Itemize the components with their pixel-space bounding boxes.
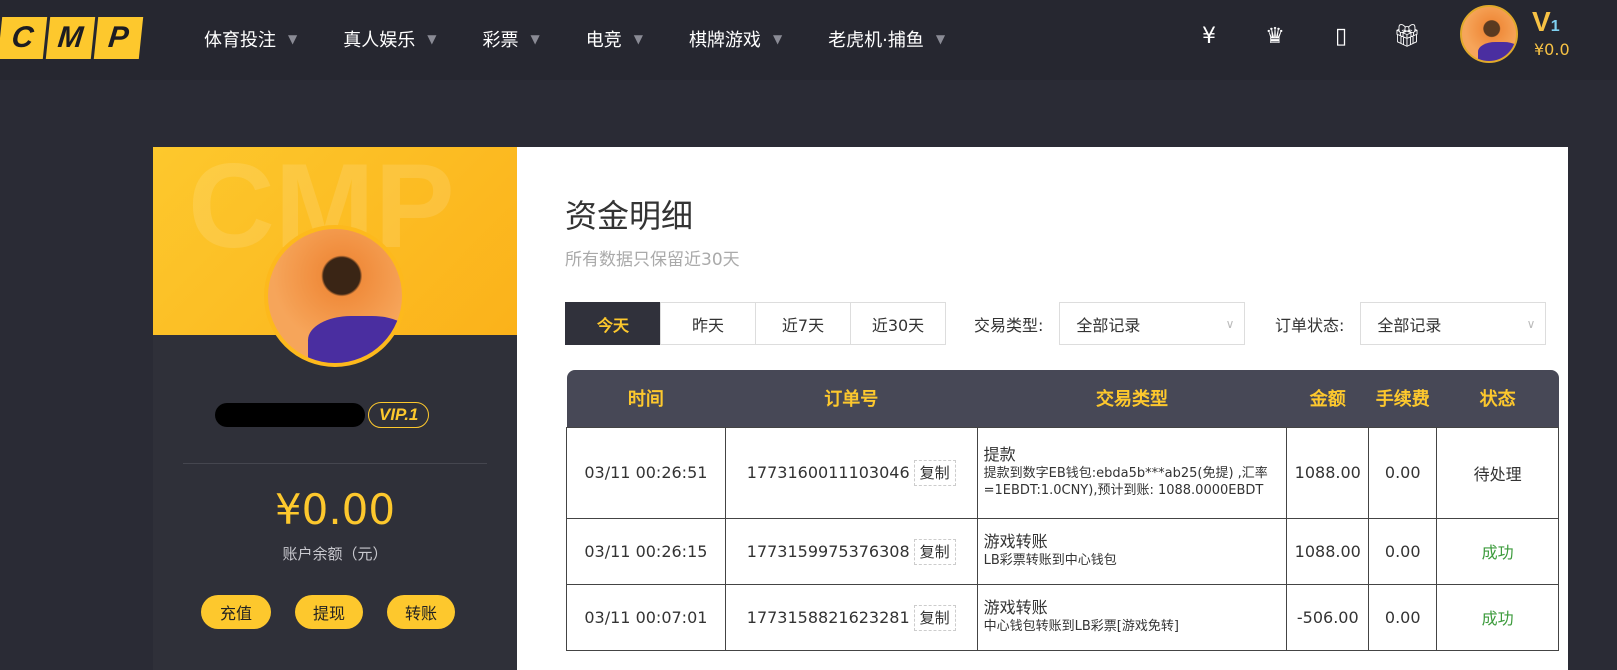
cell-type: 提款 提款到数字EB钱包:ebda5b***ab25(免提) ,汇率=1EBDT:… [976, 426, 1288, 519]
tab-7-days[interactable]: 近7天 [755, 302, 851, 345]
cell-order: 1773160011103046 复制 [724, 426, 978, 519]
nav-label: 真人娱乐 [343, 30, 416, 51]
nav-esports[interactable]: 电竞 ▼ [586, 26, 643, 52]
order-number: 1773159975376308 [746, 541, 910, 561]
type-detail: LB彩票转账到中心钱包 [983, 552, 1117, 568]
cell-type: 游戏转账 中心钱包转账到LB彩票[游戏免转] [976, 583, 1288, 651]
cell-time: 03/11 00:26:15 [566, 517, 726, 585]
cell-amount: 1088.00 [1286, 426, 1370, 519]
filter-label: 订单状态: [1275, 315, 1345, 335]
logo-letter: M [45, 17, 96, 59]
divider [183, 463, 487, 464]
chevron-down-icon: ∨ [1526, 316, 1536, 331]
page-title: 资金明细 [565, 197, 694, 235]
nav-label: 老虎机·捕鱼 [828, 30, 924, 51]
transfer-button[interactable]: 转账 [387, 595, 455, 629]
filter-label: 交易类型: [974, 315, 1044, 335]
column-header: 订单号 [725, 370, 978, 427]
vip-badge: VIP.1 [368, 402, 430, 428]
column-header: 交易类型 [977, 370, 1287, 427]
type-title: 游戏转账 [983, 532, 1048, 552]
account-balance: ¥0.00 [274, 485, 396, 534]
vip-level: V1 [1532, 6, 1560, 38]
nav-label: 棋牌游戏 [688, 30, 761, 51]
nav-sports[interactable]: 体育投注 ▼ [204, 26, 297, 52]
table-row: 03/11 00:26:51 1773160011103046 复制 提款 提款到数… [566, 426, 1559, 519]
yen-ticket-icon[interactable]: ¥ [1195, 22, 1223, 50]
cell-type: 游戏转账 LB彩票转账到中心钱包 [976, 517, 1288, 585]
copy-button[interactable]: 复制 [913, 538, 956, 565]
chevron-down-icon: ∨ [1225, 316, 1235, 331]
logo-letter: C [0, 17, 48, 59]
cell-fee: 0.00 [1368, 426, 1438, 519]
cell-amount: 1088.00 [1286, 517, 1370, 585]
logo-letter: P [93, 17, 144, 59]
chevron-down-icon: ▼ [427, 32, 437, 46]
vip-number: 1 [1550, 18, 1560, 35]
chevron-down-icon: ▼ [288, 32, 298, 46]
column-header: 手续费 [1368, 370, 1437, 427]
page-subtitle: 所有数据只保留近30天 [565, 250, 740, 270]
profile-avatar [264, 225, 406, 367]
tab-30-days[interactable]: 近30天 [850, 302, 946, 345]
transactions-table: 时间 订单号 交易类型 金额 手续费 状态 03/11 00:26:51 177… [566, 370, 1559, 651]
gift-icon[interactable]: 🎁︎ [1393, 22, 1421, 50]
type-title: 提款 [983, 445, 1016, 465]
cell-time: 03/11 00:07:01 [566, 583, 726, 651]
header-balance: ¥0.0 [1534, 40, 1570, 59]
top-nav: C M P 体育投注 ▼ 真人娱乐 ▼ 彩票 ▼ 电竞 ▼ 棋牌游戏 ▼ 老虎机·捕鱼 ▼ … [0, 0, 1617, 80]
status-success: 成功 [1436, 583, 1559, 651]
crown-icon[interactable]: ♛ [1261, 22, 1289, 50]
deposit-button[interactable]: 充值 [201, 595, 271, 629]
nav-live-casino[interactable]: 真人娱乐 ▼ [343, 26, 436, 52]
logo[interactable]: C M P [0, 17, 144, 59]
copy-button[interactable]: 复制 [913, 604, 956, 631]
type-detail: 提款到数字EB钱包:ebda5b***ab25(免提) ,汇率=1EBDT:1.… [983, 466, 1268, 498]
nav-cards[interactable]: 棋牌游戏 ▼ [689, 26, 782, 52]
select-value: 全部记录 [1377, 315, 1442, 335]
select-value: 全部记录 [1076, 315, 1141, 335]
order-status-select[interactable]: 全部记录 ∨ [1360, 302, 1547, 345]
cell-fee: 0.00 [1368, 517, 1438, 585]
cell-order: 1773159975376308 复制 [724, 517, 978, 585]
tab-yesterday[interactable]: 昨天 [660, 302, 756, 345]
chevron-down-icon: ▼ [935, 32, 946, 46]
copy-button[interactable]: 复制 [913, 460, 956, 486]
chevron-down-icon: ▼ [530, 32, 540, 46]
order-number: 1773158821623281 [746, 607, 910, 627]
username-redacted [215, 403, 365, 427]
status-success: 成功 [1436, 517, 1559, 585]
tablet-icon[interactable]: ▯ [1327, 22, 1355, 50]
nav-label: 彩票 [482, 30, 519, 51]
nav-slots[interactable]: 老虎机·捕鱼 ▼ [828, 26, 945, 52]
profile-card: CMP VIP.1 ¥0.00 账户余额（元） 充值 提现 转账 [153, 147, 517, 670]
cell-fee: 0.00 [1368, 583, 1438, 651]
cell-amount: -506.00 [1286, 583, 1370, 651]
nav-lottery[interactable]: 彩票 ▼ [482, 26, 539, 52]
tab-today[interactable]: 今天 [565, 302, 661, 345]
table-row: 03/11 00:07:01 1773158821623281 复制 游戏转账 中心… [566, 583, 1559, 651]
transaction-type-select[interactable]: 全部记录 ∨ [1059, 302, 1246, 345]
type-title: 游戏转账 [983, 598, 1048, 618]
column-header: 金额 [1286, 370, 1369, 427]
balance-label: 账户余额（元） [282, 545, 388, 563]
cell-time: 03/11 00:26:51 [566, 426, 726, 519]
withdraw-button[interactable]: 提现 [295, 595, 363, 629]
chevron-down-icon: ▼ [772, 32, 783, 46]
order-number: 1773160011103046 [746, 463, 910, 482]
vip-letter: V [1532, 6, 1551, 37]
nav-label: 电竞 [585, 30, 622, 51]
chevron-down-icon: ▼ [633, 32, 643, 46]
status-pending: 待处理 [1436, 426, 1559, 519]
cell-order: 1773158821623281 复制 [724, 583, 978, 651]
column-header: 状态 [1436, 370, 1559, 427]
column-header: 时间 [566, 370, 726, 427]
user-avatar[interactable] [1460, 5, 1518, 63]
type-detail: 中心钱包转账到LB彩票[游戏免转] [983, 618, 1179, 634]
table-row: 03/11 00:26:15 1773159975376308 复制 游戏转账 LB… [566, 517, 1559, 585]
nav-label: 体育投注 [204, 30, 276, 51]
fund-details-panel: 资金明细 所有数据只保留近30天 今天 昨天 近7天 近30天 交易类型: 全部… [517, 147, 1568, 670]
